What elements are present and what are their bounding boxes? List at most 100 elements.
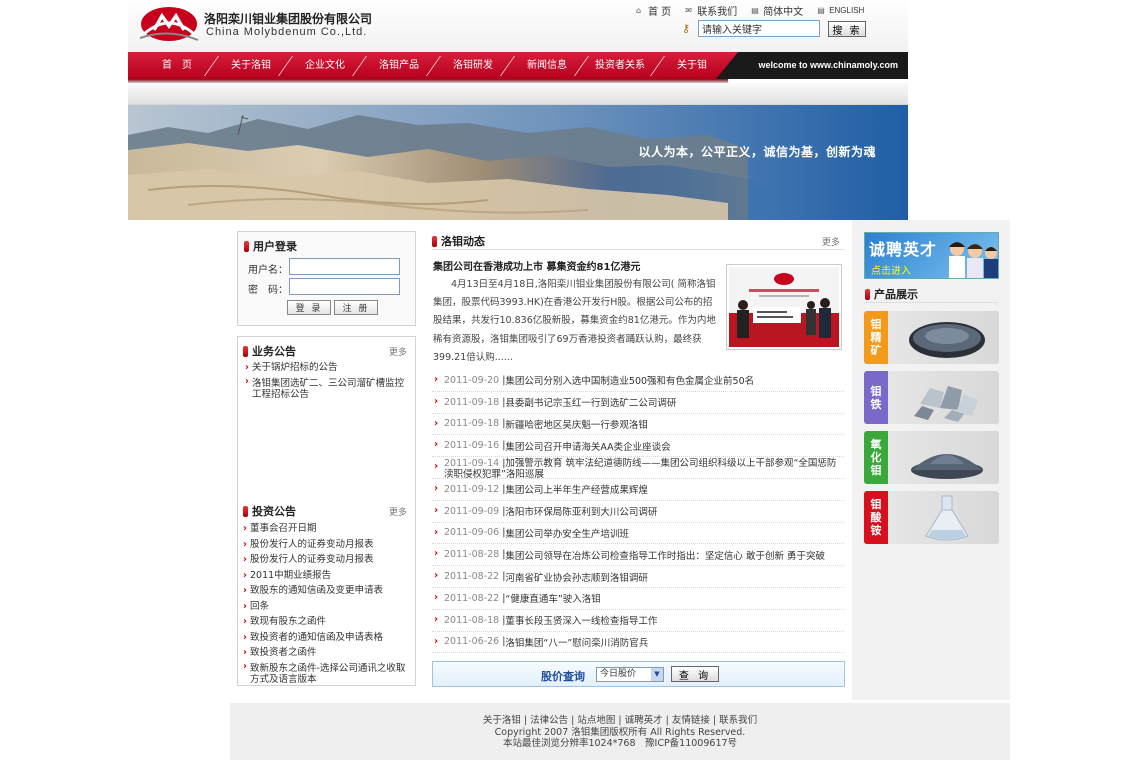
welcome-banner: welcome to www.chinamoly.com bbox=[716, 52, 908, 79]
recruit-banner[interactable]: 诚聘英才 点击进入 bbox=[864, 232, 999, 279]
list-item[interactable]: 股份发行人的证券变动月报表 bbox=[243, 552, 411, 568]
product-ferro-molybdenum[interactable]: 钼铁 bbox=[864, 371, 999, 424]
list-item[interactable]: 关于锅炉招标的公告 bbox=[245, 360, 410, 376]
key-icon: ⚷ bbox=[682, 21, 691, 35]
news-item[interactable]: 2011-09-09|洛阳市环保局陈亚利到大川公司调研 bbox=[432, 501, 844, 523]
login-button[interactable]: 登 录 bbox=[287, 300, 331, 315]
list-item[interactable]: 致投资者的通知信函及申请表格 bbox=[243, 630, 411, 646]
list-item[interactable]: 回条 bbox=[243, 599, 411, 615]
recruit-title: 诚聘英才 bbox=[869, 240, 938, 259]
company-logo-icon[interactable] bbox=[138, 4, 200, 44]
product-label: 钼铁 bbox=[864, 371, 888, 424]
stock-query-label: 股价查询 bbox=[541, 670, 585, 683]
product-label: 氧化钼 bbox=[864, 431, 888, 484]
product-label: 钼精矿 bbox=[864, 311, 888, 364]
contact-link[interactable]: ✉ 联系我们 bbox=[685, 3, 737, 18]
news-more-link[interactable]: 更多 bbox=[822, 235, 840, 248]
document-icon: ▤ bbox=[817, 5, 825, 15]
username-input[interactable] bbox=[289, 258, 400, 275]
footer-links[interactable]: 关于洛钼 | 法律公告 | 站点地图 | 诚聘英才 | 友情链接 | 联系我们 bbox=[230, 715, 1010, 727]
footer-info: 本站最佳浏览分辨率1024*768 豫ICP备11009617号 bbox=[502, 738, 738, 749]
ipo-ceremony-image bbox=[729, 267, 839, 347]
main-nav: 首 页 关于洛钼 企业文化 洛钼产品 洛钼研发 新闻信息 投资者关系 关于钼 w… bbox=[128, 52, 908, 83]
business-notice-list: 关于锅炉招标的公告 洛钼集团选矿二、三公司溜矿槽监控工程招标公告 bbox=[245, 360, 410, 401]
list-item[interactable]: 股份发行人的证券变动月报表 bbox=[243, 537, 411, 553]
nav-separator bbox=[351, 56, 368, 76]
product-label: 钼酸铵 bbox=[864, 491, 888, 544]
password-input[interactable] bbox=[289, 278, 400, 295]
news-item[interactable]: 2011-09-14|加强警示教育 筑牢法纪道德防线——集团公司组织科级以上干部… bbox=[432, 457, 844, 479]
news-summary: 4月13日至4月18日,洛阳栾川钼业集团股份有限公司( 简称洛钼集团，股票代码3… bbox=[433, 279, 716, 363]
news-item[interactable]: 2011-08-22|河南省矿业协会孙志顺到洛钼调研 bbox=[432, 566, 844, 588]
top-links: ⌂ 首 页 ✉ 联系我们 ▤ 简体中文 ▤ ENGLISH bbox=[636, 3, 864, 18]
stock-select[interactable]: 今日股价 ▼ bbox=[596, 667, 664, 682]
news-item[interactable]: 2011-08-22|“健康直通车”驶入洛钼 bbox=[432, 588, 844, 610]
nav-separator bbox=[499, 56, 516, 76]
nav-item-about-molybdenum[interactable]: 关于钼 bbox=[677, 52, 707, 79]
english-link[interactable]: ▤ ENGLISH bbox=[817, 3, 864, 18]
nav-separator bbox=[573, 56, 590, 76]
banner-top-strip bbox=[128, 83, 908, 105]
news-item[interactable]: 2011-08-18|董事长段玉贤深入一线检查指导工作 bbox=[432, 610, 844, 632]
ammonium-molybdate-flask-image bbox=[925, 495, 969, 541]
news-item[interactable]: 2011-09-16|集团公司召开申请海关AA类企业座谈会 bbox=[432, 435, 844, 458]
list-item[interactable]: 董事会召开日期 bbox=[243, 521, 411, 537]
nav-item-investor[interactable]: 投资者关系 bbox=[595, 52, 645, 79]
news-item[interactable]: 2011-08-28|集团公司领导在冶炼公司检查指导工作时指出：坚定信心 敢于创… bbox=[432, 544, 844, 567]
list-item[interactable]: 致股东的通知信函及变更申请表 bbox=[243, 583, 411, 599]
password-label: 密 码： bbox=[248, 285, 288, 296]
site-footer: 关于洛钼 | 法律公告 | 站点地图 | 诚聘英才 | 友情链接 | 联系我们 … bbox=[230, 703, 1010, 760]
nav-item-products[interactable]: 洛钼产品 bbox=[379, 52, 419, 79]
product-ammonium-molybdate[interactable]: 钼酸铵 bbox=[864, 491, 999, 544]
news-item[interactable]: 2011-09-18|县委副书记宗玉红一行到选矿二公司调研 bbox=[432, 392, 844, 414]
stock-query-bar: 股价查询 今日股价 ▼ 查 询 bbox=[432, 661, 845, 687]
bullet-icon bbox=[432, 235, 437, 247]
company-name-en: China Molybdenum Co.,Ltd. bbox=[206, 26, 368, 38]
nav-item-culture[interactable]: 企业文化 bbox=[305, 52, 345, 79]
list-item[interactable]: 致现有股东之函件 bbox=[243, 614, 411, 630]
document-icon: ▤ bbox=[751, 5, 759, 15]
username-label: 用户名： bbox=[248, 265, 288, 276]
nav-separator bbox=[203, 56, 220, 76]
news-item[interactable]: 2011-06-26|洛钼集团“八一”慰问栾川消防官兵 bbox=[432, 632, 844, 654]
site-header: 洛阳栾川钼业集团股份有限公司 China Molybdenum Co.,Ltd.… bbox=[128, 0, 908, 52]
nav-separator bbox=[277, 56, 294, 76]
footer-copyright: Copyright 2007 洛钼集团版权所有 All Rights Reser… bbox=[494, 726, 746, 738]
list-item[interactable]: 致投资者之函件 bbox=[243, 645, 411, 661]
news-photo[interactable] bbox=[726, 264, 842, 350]
business-notice-more-link[interactable]: 更多 bbox=[389, 345, 407, 358]
business-notice-title: 业务公告 bbox=[243, 343, 296, 359]
news-header: 洛钼动态 更多 bbox=[432, 232, 844, 250]
news-item[interactable]: 2011-09-06|集团公司举办安全生产培训班 bbox=[432, 523, 844, 545]
news-item[interactable]: 2011-09-18|新疆哈密地区吴庆魁一行参观洛钼 bbox=[432, 414, 844, 436]
products-title: 产品展示 bbox=[865, 286, 918, 302]
search-button[interactable]: 搜 索 bbox=[828, 20, 866, 37]
register-button[interactable]: 注 册 bbox=[334, 300, 378, 315]
bullet-icon bbox=[244, 240, 249, 252]
list-item[interactable]: 2011中期业绩报告 bbox=[243, 568, 411, 584]
concentrate-powder-image bbox=[909, 322, 985, 358]
investor-notice-more-link[interactable]: 更多 bbox=[389, 505, 407, 518]
ferro-molybdenum-image bbox=[914, 386, 978, 422]
list-item[interactable]: 致新股东之函件-选择公司通讯之收取方式及语言版本 bbox=[243, 661, 411, 686]
news-panel: 洛钼动态 更多 集团公司在香港成功上市 募集资金约81亿港元 4月13日至4月1… bbox=[428, 228, 848, 658]
product-molybdenum-oxide[interactable]: 氧化钼 bbox=[864, 431, 999, 484]
news-item[interactable]: 2011-09-12|集团公司上半年生产经营成果辉煌 bbox=[432, 479, 844, 501]
nav-item-home[interactable]: 首 页 bbox=[162, 52, 192, 79]
news-title: 洛钼动态 bbox=[432, 233, 485, 249]
nav-item-about[interactable]: 关于洛钼 bbox=[231, 52, 271, 79]
list-item[interactable]: 洛钼集团选矿二、三公司溜矿槽监控工程招标公告 bbox=[245, 376, 410, 401]
hero-banner: 以人为本，公平正义，诚信为基，创新为魂 bbox=[128, 105, 908, 220]
home-link[interactable]: ⌂ 首 页 bbox=[636, 3, 671, 18]
search-bar: ⚷ 搜 索 bbox=[682, 20, 866, 37]
nav-item-news[interactable]: 新闻信息 bbox=[527, 52, 567, 79]
news-headline[interactable]: 集团公司在香港成功上市 募集资金约81亿港元 bbox=[433, 258, 640, 273]
home-icon: ⌂ bbox=[636, 5, 642, 15]
search-input[interactable] bbox=[698, 20, 820, 37]
product-molybdenum-concentrate[interactable]: 钼精矿 bbox=[864, 311, 999, 364]
news-item[interactable]: 2011-09-20|集团公司分别入选中国制造业500强和有色金属企业前50名 bbox=[432, 370, 844, 392]
nav-item-research[interactable]: 洛钼研发 bbox=[453, 52, 493, 79]
login-title: 用户登录 bbox=[244, 238, 297, 254]
stock-query-button[interactable]: 查 询 bbox=[671, 666, 719, 682]
simplified-chinese-link[interactable]: ▤ 简体中文 bbox=[751, 3, 803, 18]
